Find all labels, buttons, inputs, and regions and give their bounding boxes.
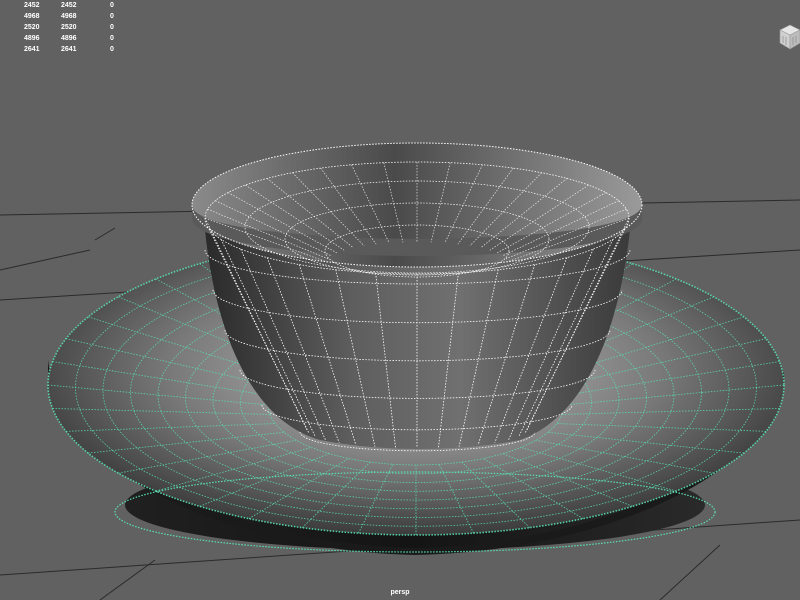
hud-value: 2641 [61, 46, 77, 53]
poly-count-hud: 2452 2452 0 4968 4968 0 2520 2520 0 4896… [24, 0, 124, 55]
scene-canvas[interactable] [0, 0, 800, 600]
hud-value: 0 [110, 13, 114, 20]
camera-name-label: persp [390, 589, 410, 596]
hud-row-edges: 4968 4968 0 [24, 11, 124, 22]
hud-value: 0 [110, 24, 114, 31]
hud-row-faces: 2520 2520 0 [24, 22, 124, 33]
hud-value: 4896 [61, 35, 77, 42]
hud-value: 0 [110, 35, 114, 42]
view-cube-icon[interactable] [779, 24, 800, 50]
hud-value: 2520 [24, 24, 40, 31]
perspective-viewport[interactable]: 2452 2452 0 4968 4968 0 2520 2520 0 4896… [0, 0, 800, 600]
hud-value: 0 [110, 46, 114, 53]
grid-line [94, 227, 116, 241]
hud-row-verts: 2452 2452 0 [24, 0, 124, 11]
hud-value: 2452 [61, 2, 77, 9]
hud-row-uvs: 2641 2641 0 [24, 44, 124, 55]
grid-line [0, 249, 91, 271]
hud-value: 2520 [61, 24, 77, 31]
hud-value: 0 [110, 2, 114, 9]
hud-value: 4968 [24, 13, 40, 20]
hud-value: 4968 [61, 13, 77, 20]
hud-value: 4896 [24, 35, 40, 42]
hud-value: 2641 [24, 46, 40, 53]
hud-row-tris: 4896 4896 0 [24, 33, 124, 44]
hud-value: 2452 [24, 2, 40, 9]
